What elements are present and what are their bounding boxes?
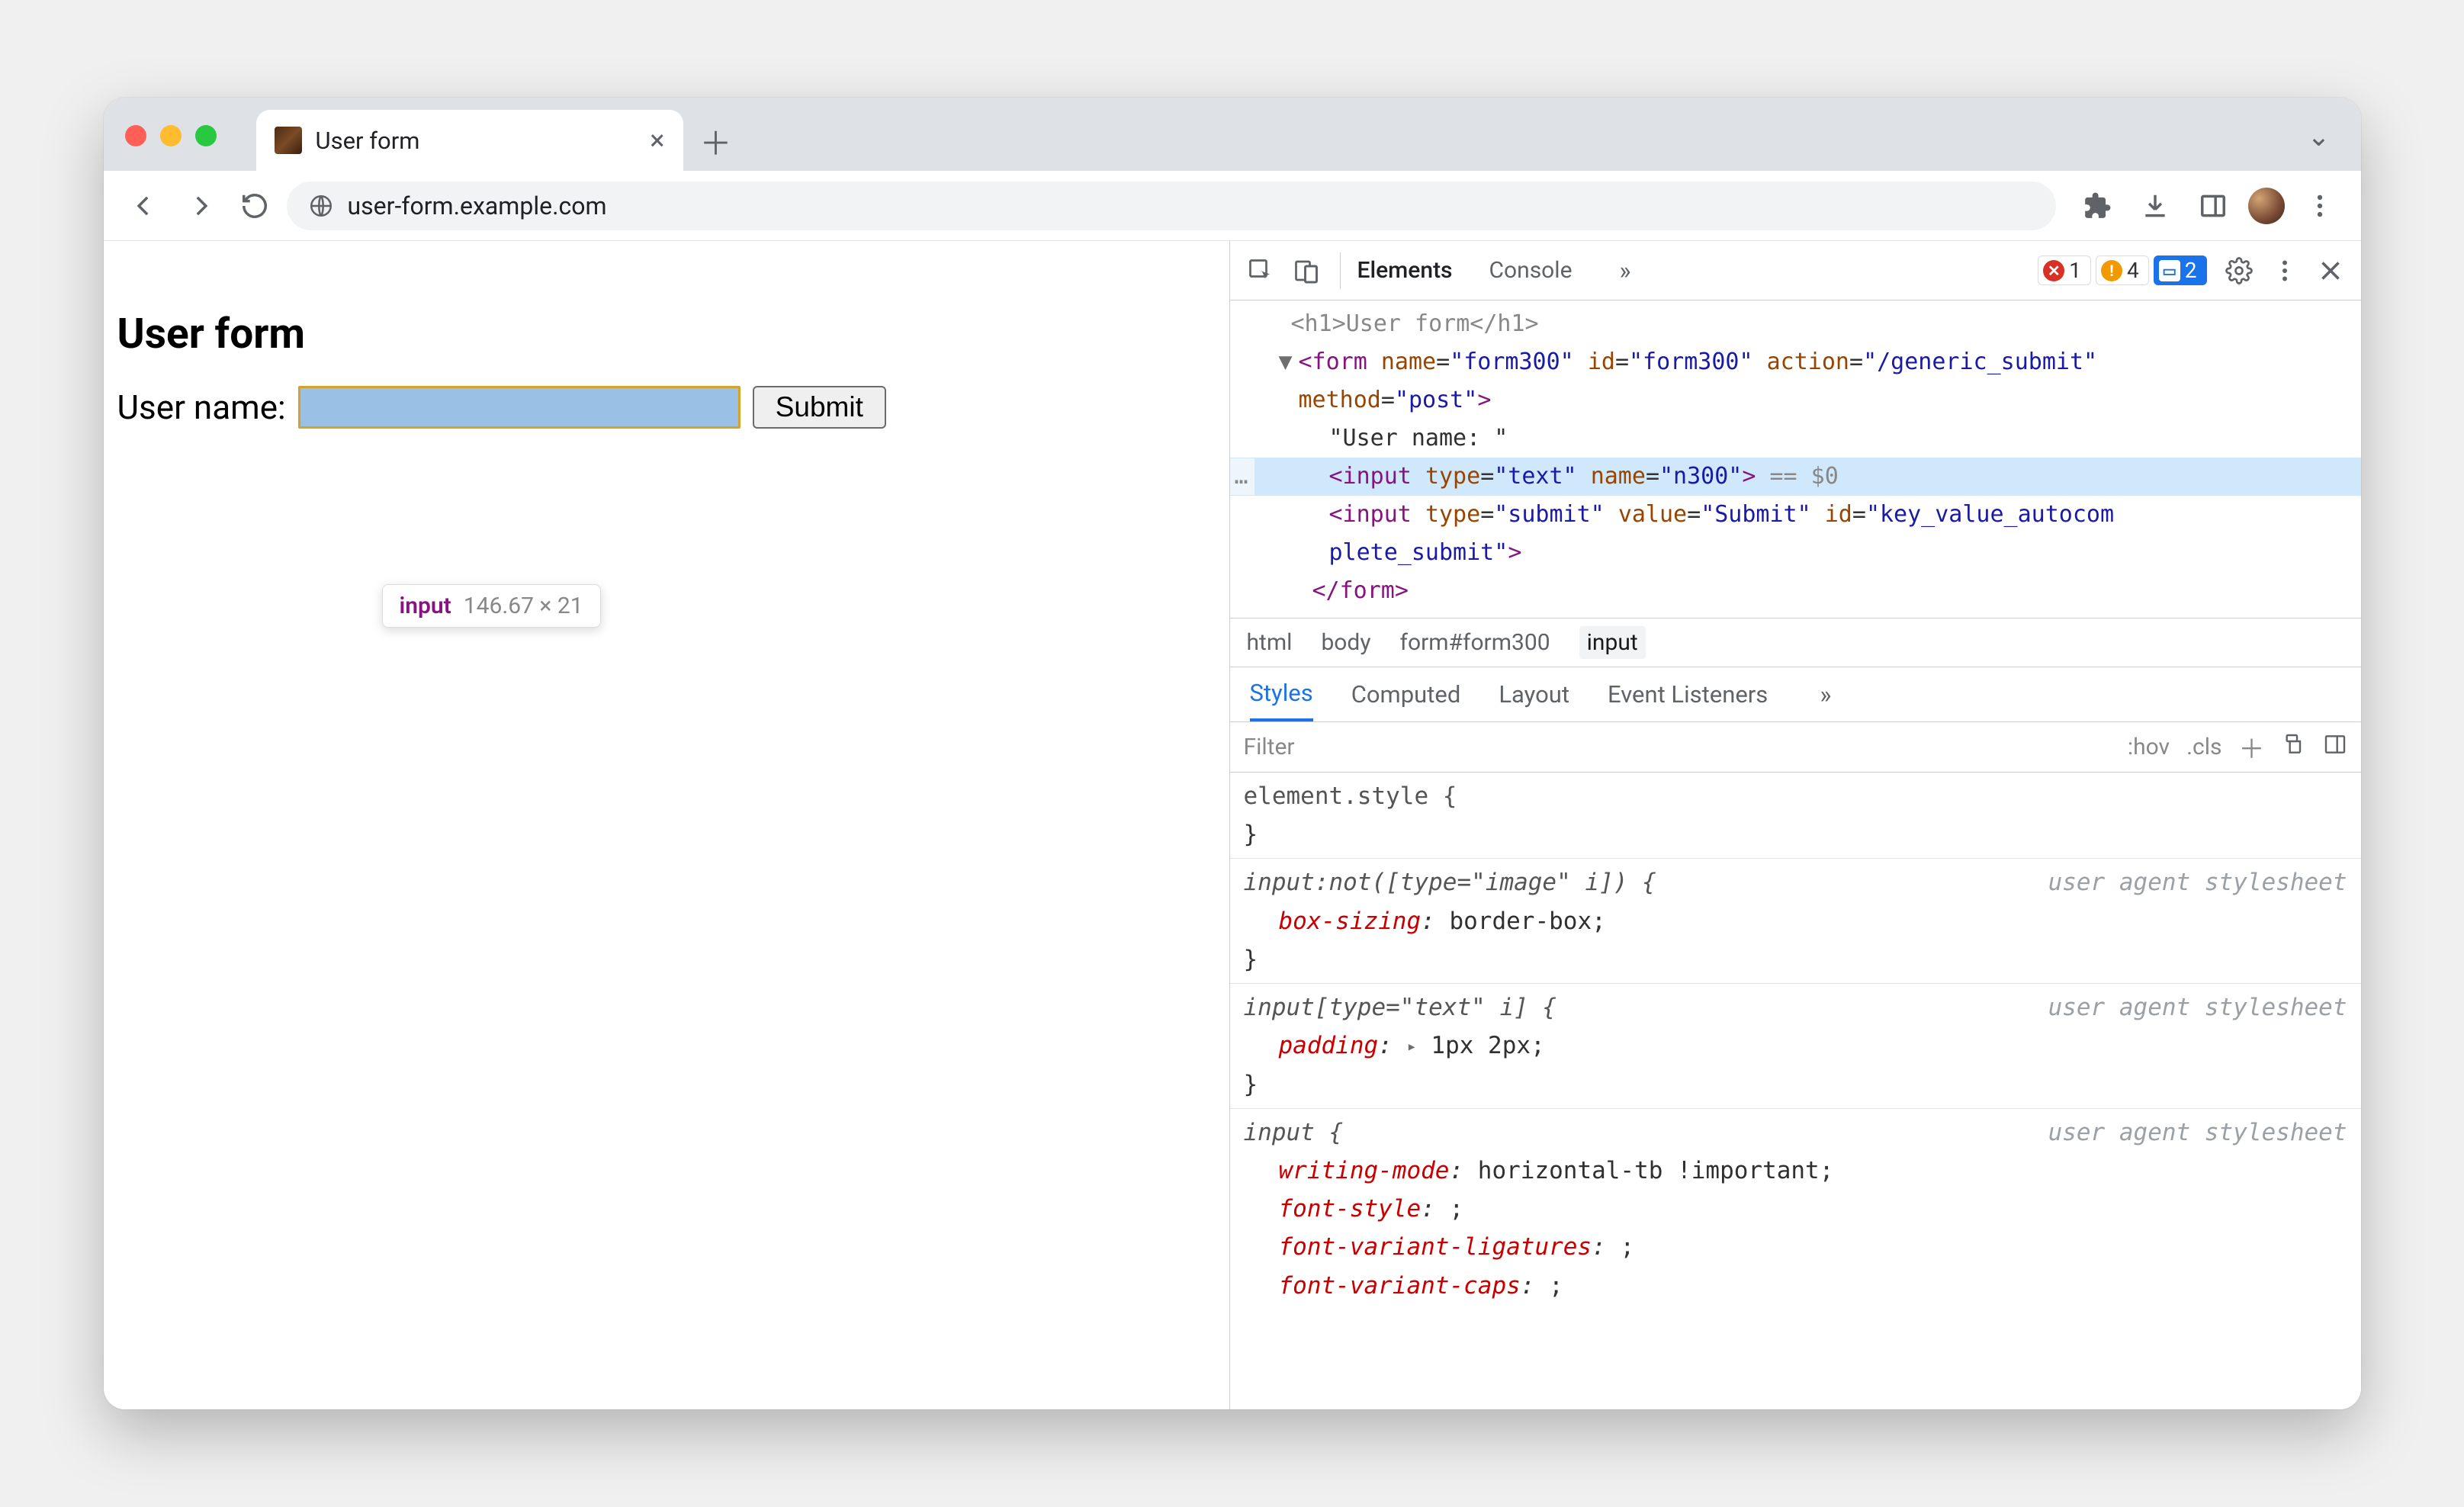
tab-computed[interactable]: Computed	[1351, 680, 1461, 709]
toolbar-right	[2074, 183, 2343, 229]
tab-event-listeners[interactable]: Event Listeners	[1608, 680, 1768, 709]
minimize-window-button[interactable]	[160, 125, 182, 146]
tab-favicon	[275, 127, 302, 154]
browser-toolbar: user-form.example.com	[104, 171, 2361, 241]
style-rule[interactable]: input:not([type="image" i]) {user agent …	[1230, 859, 2361, 984]
error-badge[interactable]: ✕ 1	[2038, 255, 2091, 285]
tabs-overflow-icon[interactable]: ⌄	[2307, 120, 2330, 153]
more-menu-icon[interactable]	[2265, 251, 2305, 291]
breadcrumb-item[interactable]: body	[1321, 629, 1370, 656]
styles-filter-input[interactable]: Filter	[1244, 734, 2111, 760]
cls-toggle[interactable]: .cls	[2186, 734, 2221, 760]
copy-styles-icon[interactable]	[2282, 732, 2306, 763]
dom-tree[interactable]: <h1>User form</h1> ▼<form name="form300"…	[1230, 300, 2361, 619]
device-toolbar-icon[interactable]	[1287, 251, 1326, 291]
globe-icon	[308, 193, 334, 219]
tab-console[interactable]: Console	[1486, 257, 1576, 284]
dom-line[interactable]: method="post">	[1230, 381, 2361, 419]
status-badges: ✕ 1 ! 4 ▭ 2	[2038, 255, 2206, 285]
close-devtools-icon[interactable]	[2311, 251, 2350, 291]
extensions-icon[interactable]	[2074, 183, 2120, 229]
side-panel-icon[interactable]	[2190, 183, 2236, 229]
inspector-tooltip: input 146.67 × 21	[382, 584, 601, 628]
dom-line[interactable]: ▼<form name="form300" id="form300" actio…	[1230, 343, 2361, 381]
breadcrumb-item-selected[interactable]: input	[1579, 626, 1646, 659]
devtools-topbar: Elements Console » ✕ 1 ! 4 ▭ 2	[1230, 241, 2361, 300]
rendered-page: User form User name: Submit input 146.67…	[104, 241, 1229, 1409]
tabs-overflow-icon[interactable]: »	[1620, 256, 1631, 285]
styles-filter-row: Filter :hov .cls ＋	[1230, 722, 2361, 773]
close-tab-icon[interactable]: ×	[650, 127, 664, 154]
tooltip-tagname: input	[400, 593, 451, 619]
username-input[interactable]	[298, 386, 740, 429]
new-tab-button[interactable]: ＋	[689, 114, 743, 168]
tab-title: User form	[316, 127, 420, 155]
download-icon[interactable]	[2132, 183, 2178, 229]
message-count: 2	[2185, 258, 2197, 283]
breadcrumb-item[interactable]: html	[1247, 629, 1293, 656]
style-rule[interactable]: input[type="text" i] {user agent stylesh…	[1230, 984, 2361, 1109]
toggle-sidebar-icon[interactable]	[2323, 732, 2347, 763]
dom-line[interactable]: plete_submit">	[1230, 534, 2361, 572]
chrome-menu-icon[interactable]	[2297, 183, 2343, 229]
styles-pane-tabs: Styles Computed Layout Event Listeners »	[1230, 667, 2361, 722]
profile-avatar[interactable]	[2248, 188, 2285, 224]
dom-line[interactable]: <input type="submit" value="Submit" id="…	[1230, 496, 2361, 534]
error-icon: ✕	[2043, 260, 2064, 281]
inspect-element-icon[interactable]	[1241, 251, 1280, 291]
dom-line-selected[interactable]: <input type="text" name="n300"> == $0	[1230, 458, 2361, 496]
content-area: User form User name: Submit input 146.67…	[104, 241, 2361, 1409]
url-text: user-form.example.com	[348, 191, 607, 220]
warning-count: 4	[2127, 258, 2139, 283]
error-count: 1	[2069, 258, 2081, 283]
forward-button[interactable]	[177, 183, 223, 229]
dom-breadcrumb: html body form#form300 input	[1230, 619, 2361, 667]
tab-elements[interactable]: Elements	[1354, 257, 1456, 284]
dom-line[interactable]: </form>	[1230, 572, 2361, 610]
warning-icon: !	[2101, 260, 2122, 281]
breadcrumb-item[interactable]: form#form300	[1400, 629, 1550, 656]
warning-badge[interactable]: ! 4	[2096, 255, 2149, 285]
address-bar[interactable]: user-form.example.com	[287, 182, 2056, 230]
message-icon: ▭	[2159, 260, 2180, 281]
styles-tabs-overflow-icon[interactable]: »	[1820, 680, 1831, 709]
tab-styles[interactable]: Styles	[1250, 667, 1313, 721]
style-rule[interactable]: element.style { }	[1230, 773, 2361, 859]
separator	[1340, 252, 1341, 289]
username-label: User name:	[117, 387, 286, 427]
tab-layout[interactable]: Layout	[1499, 680, 1569, 709]
chrome-window: User form × ＋ ⌄ user-form.example.com	[104, 98, 2361, 1409]
settings-icon[interactable]	[2219, 251, 2259, 291]
devtools-tabs: Elements Console »	[1354, 256, 1631, 285]
user-form-row: User name: Submit	[117, 386, 1216, 429]
tooltip-dimensions: 146.67 × 21	[464, 593, 583, 619]
maximize-window-button[interactable]	[195, 125, 217, 146]
styles-rules: element.style { } input:not([type="image…	[1230, 773, 2361, 1409]
window-controls	[125, 125, 217, 146]
submit-button[interactable]: Submit	[753, 386, 886, 429]
back-button[interactable]	[122, 183, 168, 229]
style-rule[interactable]: input {user agent stylesheet writing-mod…	[1230, 1109, 2361, 1309]
close-window-button[interactable]	[125, 125, 146, 146]
tab-strip: User form × ＋ ⌄	[104, 98, 2361, 171]
dom-line[interactable]: "User name: "	[1230, 419, 2361, 458]
new-rule-icon[interactable]: ＋	[2239, 728, 2265, 766]
page-heading: User form	[117, 310, 1216, 358]
devtools-panel: Elements Console » ✕ 1 ! 4 ▭ 2	[1229, 241, 2361, 1409]
dom-line[interactable]: <h1>User form</h1>	[1230, 305, 2361, 343]
browser-tab[interactable]: User form ×	[256, 110, 683, 171]
reload-button[interactable]	[232, 183, 278, 229]
hov-toggle[interactable]: :hov	[2128, 734, 2170, 760]
message-badge[interactable]: ▭ 2	[2154, 255, 2207, 285]
